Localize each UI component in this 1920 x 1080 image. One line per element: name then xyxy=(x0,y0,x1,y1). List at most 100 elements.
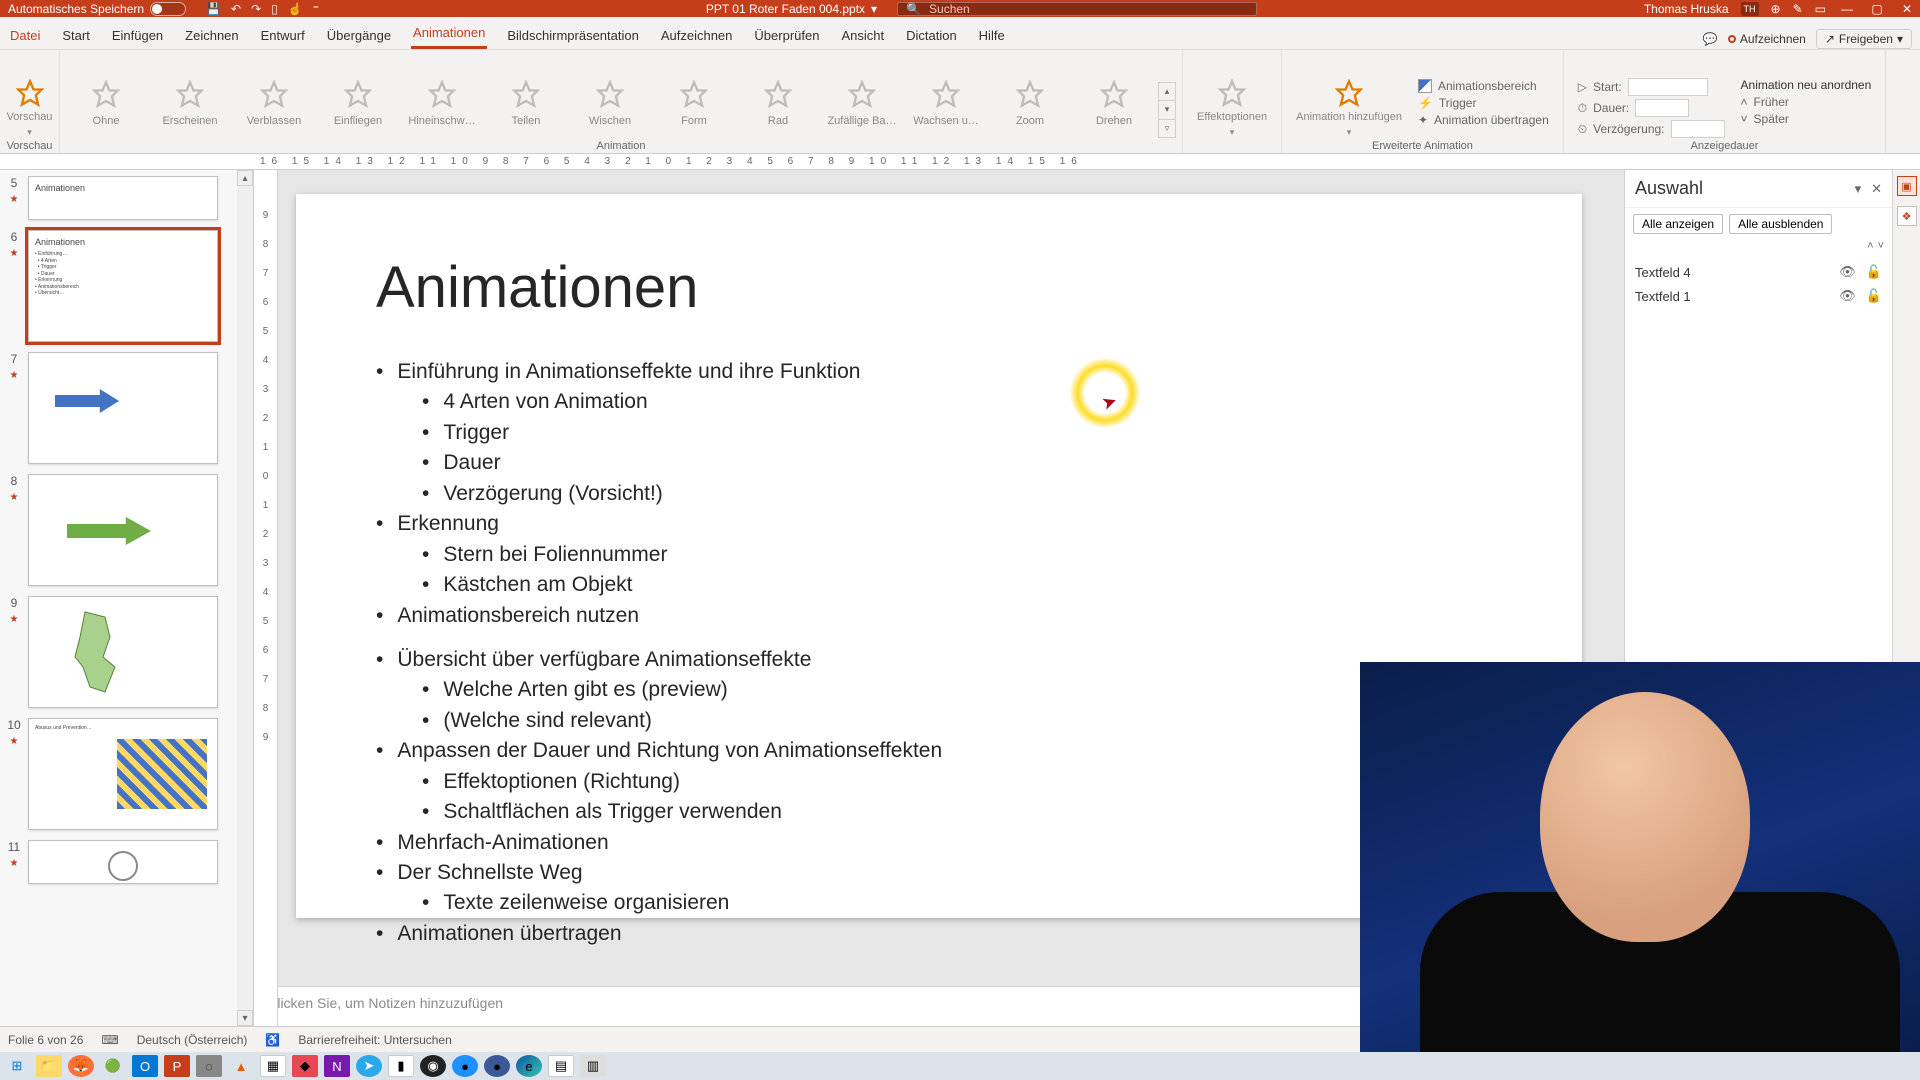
slide-thumb-6[interactable]: Animationen • Einführung… • 4 Arten • Tr… xyxy=(28,230,218,342)
filename[interactable]: PPT 01 Roter Faden 004.pptx xyxy=(706,2,865,16)
animation-pane-button[interactable]: Animationsbereich xyxy=(1418,79,1549,93)
user-name[interactable]: Thomas Hruska xyxy=(1644,2,1729,16)
bullet[interactable]: Erkennung xyxy=(376,509,1502,539)
tab-file[interactable]: Datei xyxy=(8,22,42,49)
trigger-button[interactable]: ⚡Trigger xyxy=(1418,96,1549,110)
selection-pane-toggle[interactable]: ▣ xyxy=(1897,176,1917,196)
close-icon[interactable]: ✕ xyxy=(1898,2,1916,16)
app-icon[interactable]: ▤ xyxy=(548,1055,574,1077)
scroll-down-icon[interactable]: ▾ xyxy=(237,1010,253,1026)
lock-icon[interactable]: 🔓 xyxy=(1866,288,1882,304)
edge-icon[interactable]: e xyxy=(516,1055,542,1077)
gallery-scroll[interactable]: ▴▾▿ xyxy=(1158,82,1176,138)
bullet[interactable]: Welche Arten gibt es (preview) xyxy=(422,675,1502,705)
undo-icon[interactable]: ↶ xyxy=(231,2,241,16)
show-all-button[interactable]: Alle anzeigen xyxy=(1633,214,1723,234)
slide-thumb-11[interactable] xyxy=(28,840,218,884)
bullet[interactable]: Übersicht über verfügbare Animationseffe… xyxy=(376,645,1502,675)
preview-button[interactable]: Vorschau ▾ xyxy=(0,75,60,138)
outlook-icon[interactable]: O xyxy=(132,1055,158,1077)
tab-help[interactable]: Hilfe xyxy=(977,22,1007,49)
pane-close-icon[interactable]: ✕ xyxy=(1871,181,1882,197)
tab-insert[interactable]: Einfügen xyxy=(110,22,165,49)
bullet[interactable]: Effektoptionen (Richtung) xyxy=(422,767,1502,797)
status-access[interactable]: Barrierefreiheit: Untersuchen xyxy=(298,1033,451,1047)
gallery-spin[interactable]: Drehen xyxy=(1074,76,1154,127)
status-access-icon[interactable]: ♿ xyxy=(265,1033,280,1047)
bullet[interactable]: (Welche sind relevant) xyxy=(422,706,1502,736)
share-button[interactable]: ↗Freigeben▾ xyxy=(1816,29,1912,49)
tab-record[interactable]: Aufzeichnen xyxy=(659,22,735,49)
pane-dropdown-icon[interactable]: ▾ xyxy=(1855,181,1862,197)
tab-transitions[interactable]: Übergänge xyxy=(325,22,393,49)
eye-icon[interactable]: 👁 xyxy=(1839,264,1856,280)
minimize-icon[interactable]: — xyxy=(1838,2,1856,16)
touch-icon[interactable]: ☝ xyxy=(288,2,303,16)
animation-gallery[interactable]: Ohne Erscheinen Verblassen Einfliegen Hi… xyxy=(66,72,1176,138)
filename-chevron-icon[interactable]: ▾ xyxy=(871,2,877,16)
slide-title[interactable]: Animationen xyxy=(376,254,1502,321)
telegram-icon[interactable]: ➤ xyxy=(356,1055,382,1077)
gallery-zoom[interactable]: Zoom xyxy=(990,76,1070,127)
tab-review[interactable]: Überprüfen xyxy=(752,22,821,49)
gallery-random[interactable]: Zufällige Ba… xyxy=(822,76,902,127)
gallery-shape[interactable]: Form xyxy=(654,76,734,127)
tab-start[interactable]: Start xyxy=(60,22,91,49)
move-later-button[interactable]: ˅Später xyxy=(1741,112,1872,126)
firefox-icon[interactable]: 🦊 xyxy=(68,1055,94,1077)
gallery-none[interactable]: Ohne xyxy=(66,76,146,127)
app-icon[interactable]: ◌ xyxy=(196,1055,222,1077)
user-avatar[interactable]: TH xyxy=(1741,2,1759,16)
delay-input[interactable] xyxy=(1671,120,1725,138)
coming-soon-icon[interactable]: ⊕ xyxy=(1771,2,1781,16)
start-menu-icon[interactable]: ⊞ xyxy=(4,1055,30,1077)
tab-animations[interactable]: Animationen xyxy=(411,19,487,49)
tab-slideshow[interactable]: Bildschirmpräsentation xyxy=(505,22,641,49)
bullet[interactable]: Mehrfach-Animationen xyxy=(376,828,1502,858)
bullet[interactable]: Texte zeilenweise organisieren xyxy=(422,888,1502,918)
redo-icon[interactable]: ↷ xyxy=(251,2,261,16)
gallery-wipe[interactable]: Wischen xyxy=(570,76,650,127)
status-lang[interactable]: Deutsch (Österreich) xyxy=(137,1033,248,1047)
gallery-flyin[interactable]: Einfliegen xyxy=(318,76,398,127)
maximize-icon[interactable]: ▢ xyxy=(1868,2,1886,16)
selection-item[interactable]: Textfeld 4👁🔓 xyxy=(1625,260,1892,284)
gallery-appear[interactable]: Erscheinen xyxy=(150,76,230,127)
record-button[interactable]: Aufzeichnen xyxy=(1728,32,1806,46)
thumbs-scrollbar[interactable]: ▴▾ xyxy=(237,170,253,1026)
qat-more-icon[interactable]: ⁼ xyxy=(313,2,319,16)
search-box[interactable]: 🔍 Suchen xyxy=(897,2,1257,16)
slide-thumbnails-panel[interactable]: 5★ Animationen 6★ Animationen • Einführu… xyxy=(0,170,254,1026)
tab-view[interactable]: Ansicht xyxy=(839,22,886,49)
hide-all-button[interactable]: Alle ausblenden xyxy=(1729,214,1832,234)
animation-painter-button[interactable]: ✦Animation übertragen xyxy=(1418,113,1549,127)
move-earlier-button[interactable]: ˄Früher xyxy=(1741,95,1872,109)
bullet[interactable]: Animationsbereich nutzen xyxy=(376,601,1502,631)
tab-draw[interactable]: Zeichnen xyxy=(183,22,240,49)
bullet[interactable]: Stern bei Foliennummer xyxy=(422,540,1502,570)
vlc-icon[interactable]: ▲ xyxy=(228,1055,254,1077)
app-icon[interactable]: ▦ xyxy=(260,1055,286,1077)
eye-icon[interactable]: 👁 xyxy=(1839,288,1856,304)
gallery-split[interactable]: Teilen xyxy=(486,76,566,127)
chrome-icon[interactable]: 🟢 xyxy=(100,1055,126,1077)
start-input[interactable] xyxy=(1628,78,1708,96)
slide-thumb-5[interactable]: Animationen xyxy=(28,176,218,220)
windows-taskbar[interactable]: ⊞ 📁 🦊 🟢 O P ◌ ▲ ▦ ◆ N ➤ ▮ ◉ ● ● e ▤ ▥ xyxy=(0,1052,1920,1080)
pen-icon[interactable]: ✎ xyxy=(1793,2,1803,16)
app-icon[interactable]: ▥ xyxy=(580,1055,606,1077)
app-icon[interactable]: ◆ xyxy=(292,1055,318,1077)
bullet[interactable]: Dauer xyxy=(422,448,1502,478)
app-icon[interactable]: ● xyxy=(484,1055,510,1077)
tab-design[interactable]: Entwurf xyxy=(259,22,307,49)
gallery-floatin[interactable]: Hineinschw… xyxy=(402,76,482,127)
bullet[interactable]: 4 Arten von Animation xyxy=(422,387,1502,417)
ribbon-options-icon[interactable]: ▭ xyxy=(1815,2,1826,16)
slide-thumb-7[interactable] xyxy=(28,352,218,464)
bullet[interactable]: Verzögerung (Vorsicht!) xyxy=(422,479,1502,509)
slide-thumb-10[interactable]: Abusus und Prevention… xyxy=(28,718,218,830)
bullet[interactable]: Schaltflächen als Trigger verwenden xyxy=(422,797,1502,827)
slide-thumb-9[interactable] xyxy=(28,596,218,708)
bullet[interactable]: Kästchen am Objekt xyxy=(422,570,1502,600)
powerpoint-icon[interactable]: P xyxy=(164,1055,190,1077)
